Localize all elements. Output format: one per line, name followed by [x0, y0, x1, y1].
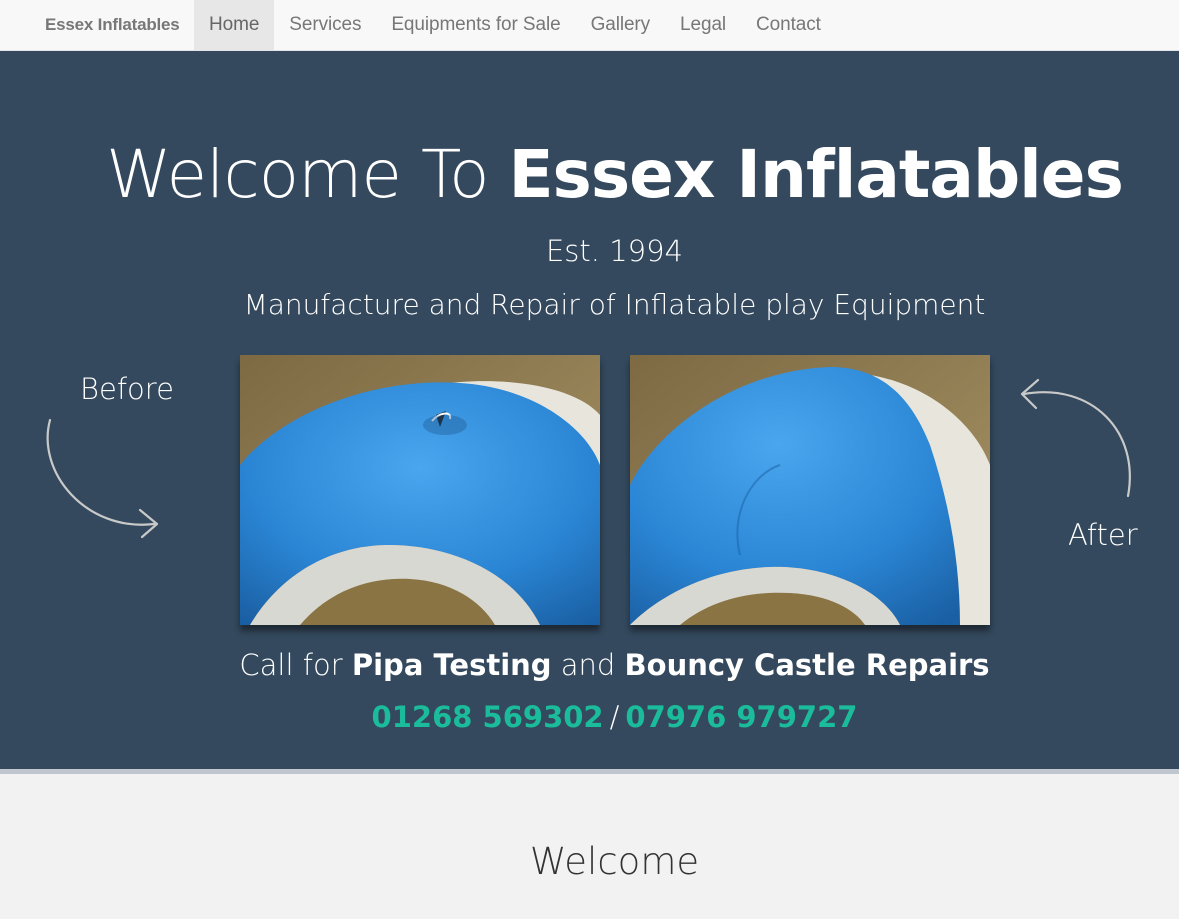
brand-link[interactable]: Essex Inflatables	[45, 0, 180, 50]
cta-joiner: and	[551, 648, 625, 682]
nav-menu: Home Services Equipments for Sale Galler…	[194, 0, 836, 50]
curved-arrow-left-icon	[1020, 378, 1131, 498]
after-repair-photo	[630, 355, 990, 625]
hero-title-brand: Essex Inflatables	[508, 136, 1123, 213]
before-repair-photo	[240, 355, 600, 625]
phone-link-landline[interactable]: 01268 569302	[372, 700, 604, 734]
nav-item-legal[interactable]: Legal	[665, 0, 741, 50]
hero-divider	[0, 769, 1179, 774]
top-navbar: Essex Inflatables Home Services Equipmen…	[0, 0, 1179, 51]
nav-item-gallery[interactable]: Gallery	[576, 0, 665, 50]
nav-item-home[interactable]: Home	[194, 0, 275, 50]
phone-numbers: 01268 569302/07976 979727	[0, 700, 1179, 734]
welcome-heading: Welcome	[529, 840, 700, 883]
curved-arrow-right-icon	[46, 418, 159, 539]
cta-service-repairs: Bouncy Castle Repairs	[624, 648, 990, 682]
after-label: After	[1068, 518, 1138, 552]
established-year: Est. 1994	[545, 234, 684, 268]
nav-item-equipments-for-sale[interactable]: Equipments for Sale	[376, 0, 575, 50]
cta-service-pipa: Pipa Testing	[351, 648, 552, 682]
call-to-action: Call for Pipa Testing and Bouncy Castle …	[0, 648, 1179, 682]
before-label: Before	[80, 372, 174, 406]
hero-tagline: Manufacture and Repair of Inflatable pla…	[243, 288, 986, 321]
cta-prefix: Call for	[239, 648, 352, 682]
phone-separator: /	[609, 700, 620, 734]
hero-title: Welcome To Essex Inflatables	[0, 136, 1179, 213]
nav-item-contact[interactable]: Contact	[741, 0, 836, 50]
hero-title-welcome: Welcome To	[106, 136, 509, 213]
phone-link-mobile[interactable]: 07976 979727	[625, 700, 857, 734]
nav-item-services[interactable]: Services	[274, 0, 376, 50]
